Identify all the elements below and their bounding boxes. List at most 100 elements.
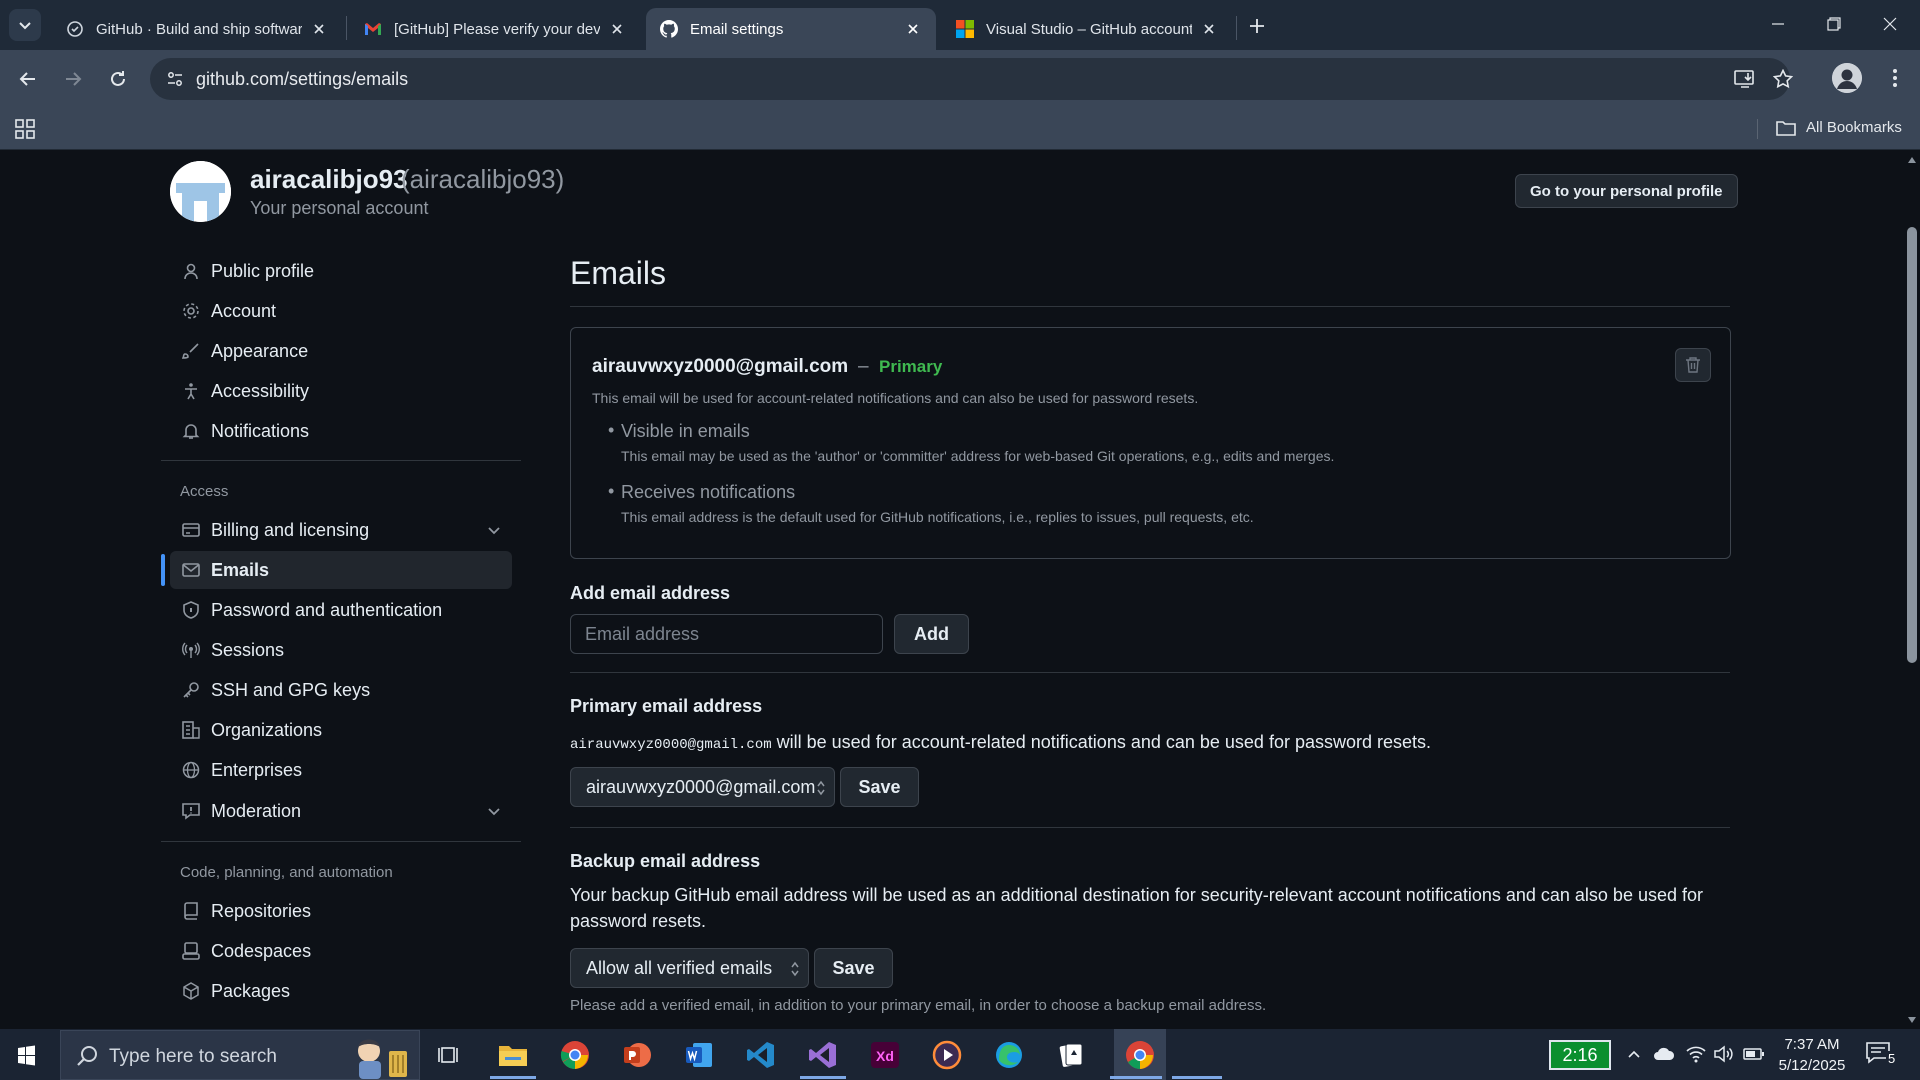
section-divider (570, 672, 1730, 673)
sidebar-item-notifications[interactable]: Notifications (170, 412, 512, 450)
sidebar-item-repositories[interactable]: Repositories (170, 892, 512, 930)
browser-menu-button[interactable] (1880, 63, 1910, 93)
restore-button[interactable] (1806, 0, 1862, 48)
reload-button[interactable] (103, 64, 133, 94)
tab-separator (346, 16, 347, 40)
start-button[interactable] (10, 1039, 42, 1071)
sidebar-item-label: Sessions (211, 639, 285, 660)
sidebar-item-codespaces[interactable]: Codespaces (170, 932, 512, 970)
word-button[interactable] (680, 1036, 718, 1074)
taskbar-search-box[interactable]: Type here to search (60, 1030, 420, 1080)
tab-visual-studio[interactable]: Visual Studio – GitHub account (942, 8, 1232, 50)
visual-studio-button[interactable] (804, 1036, 842, 1074)
forward-button[interactable] (58, 64, 88, 94)
edge-button[interactable] (990, 1036, 1028, 1074)
sidebar-item-label: Appearance (211, 340, 309, 361)
tab-gmail[interactable]: [GitHub] Please verify your device (350, 8, 640, 50)
sidebar-item-accessibility[interactable]: Accessibility (170, 372, 512, 410)
chrome-active-button[interactable] (1114, 1029, 1166, 1080)
gmail-icon (364, 20, 382, 38)
close-tab-icon[interactable] (308, 18, 330, 40)
sidebar-item-emails[interactable]: Emails (170, 551, 512, 589)
all-bookmarks-button[interactable]: All Bookmarks (1776, 119, 1902, 136)
volume-icon[interactable] (1713, 1043, 1735, 1065)
battery-icon[interactable] (1743, 1043, 1765, 1065)
file-explorer-button[interactable] (494, 1036, 532, 1074)
tab-search-button[interactable] (9, 9, 41, 41)
sidebar-item-packages[interactable]: Packages (170, 972, 512, 1010)
notification-center-button[interactable]: 5 (1866, 1041, 1900, 1069)
email-address-input[interactable] (570, 614, 883, 654)
tab-email-settings[interactable]: Email settings (646, 8, 936, 50)
solitaire-button[interactable] (1052, 1036, 1090, 1074)
back-button[interactable] (13, 64, 43, 94)
page-scrollbar[interactable] (1904, 151, 1920, 1029)
close-tab-icon[interactable] (606, 18, 628, 40)
credit-card-icon (181, 520, 201, 540)
add-email-button[interactable]: Add (894, 614, 969, 654)
close-tab-icon[interactable] (1198, 18, 1220, 40)
save-primary-email-button[interactable]: Save (840, 767, 919, 807)
sidebar-item-public-profile[interactable]: Public profile (170, 252, 512, 290)
bookmarks-divider (1757, 119, 1758, 139)
sidebar-item-organizations[interactable]: Organizations (170, 711, 512, 749)
profile-avatar[interactable] (1832, 63, 1862, 93)
visual-studio-icon (809, 1042, 836, 1068)
close-window-button[interactable] (1862, 0, 1918, 48)
shield-lock-icon (181, 600, 201, 620)
sidebar-item-sessions[interactable]: Sessions (170, 631, 512, 669)
adobe-xd-button[interactable]: Xd (866, 1036, 904, 1074)
new-tab-button[interactable] (1243, 12, 1271, 40)
backup-email-select[interactable]: Allow all verified emails (570, 948, 809, 988)
tab-github-home[interactable]: GitHub · Build and ship software (52, 8, 342, 50)
chevron-down-icon (19, 22, 31, 30)
go-to-profile-button[interactable]: Go to your personal profile (1515, 174, 1738, 208)
timer-badge[interactable]: 2:16 (1549, 1040, 1611, 1070)
apps-grid-icon[interactable] (12, 116, 38, 142)
avatar[interactable] (170, 161, 231, 222)
windows-taskbar: Type here to search Xd 2:16 7:37 AM 5/12… (0, 1029, 1920, 1080)
wifi-icon[interactable] (1685, 1043, 1707, 1065)
show-hidden-icons[interactable] (1623, 1043, 1645, 1065)
primary-email-select[interactable]: airauvwxyz0000@gmail.com (570, 767, 835, 807)
gear-icon (181, 301, 201, 321)
site-info-icon[interactable] (160, 64, 190, 94)
task-view-button[interactable] (430, 1036, 468, 1074)
sidebar-item-appearance[interactable]: Appearance (170, 332, 512, 370)
package-icon (181, 981, 201, 1001)
address-bar[interactable]: github.com/settings/emails (150, 58, 1793, 100)
system-clock[interactable]: 7:37 AM 5/12/2025 (1772, 1034, 1852, 1076)
install-app-icon[interactable] (1730, 64, 1760, 94)
account-handle: (airacalibjo93) (401, 164, 565, 194)
paintbrush-icon (181, 341, 201, 361)
bookmark-star-icon[interactable] (1768, 64, 1798, 94)
sidebar-item-label: Password and authentication (211, 599, 443, 620)
arrow-right-icon (66, 72, 82, 86)
chrome-button[interactable] (556, 1036, 594, 1074)
sidebar-item-billing[interactable]: Billing and licensing (170, 511, 512, 549)
sidebar-item-account[interactable]: Account (170, 292, 512, 330)
sidebar-item-enterprises[interactable]: Enterprises (170, 751, 512, 789)
bullet-dot: • (608, 481, 615, 501)
account-username[interactable]: airacalibjo93 (250, 164, 408, 195)
browser-tab-bar: GitHub · Build and ship software [GitHub… (0, 0, 1920, 50)
primary-email-title: Primary email address (570, 696, 763, 716)
save-backup-email-button[interactable]: Save (814, 948, 893, 988)
vscode-button[interactable] (742, 1036, 780, 1074)
bullet-title-visible: Visible in emails (621, 421, 750, 441)
close-tab-icon[interactable] (902, 18, 924, 40)
scrollbar-thumb[interactable] (1907, 227, 1917, 663)
search-icon (77, 1046, 97, 1066)
running-indicator (1172, 1076, 1222, 1079)
sidebar-item-moderation[interactable]: Moderation (170, 792, 512, 830)
globe-icon (181, 760, 201, 780)
task-view-icon (438, 1047, 458, 1063)
sidebar-item-ssh-gpg[interactable]: SSH and GPG keys (170, 671, 512, 709)
sidebar-item-password[interactable]: Password and authentication (170, 591, 512, 629)
delete-email-button[interactable] (1675, 348, 1711, 382)
powerpoint-button[interactable] (618, 1036, 656, 1074)
organization-icon (181, 720, 201, 740)
minimize-button[interactable] (1750, 0, 1806, 48)
onedrive-icon[interactable] (1653, 1043, 1675, 1065)
media-player-button[interactable] (928, 1036, 966, 1074)
